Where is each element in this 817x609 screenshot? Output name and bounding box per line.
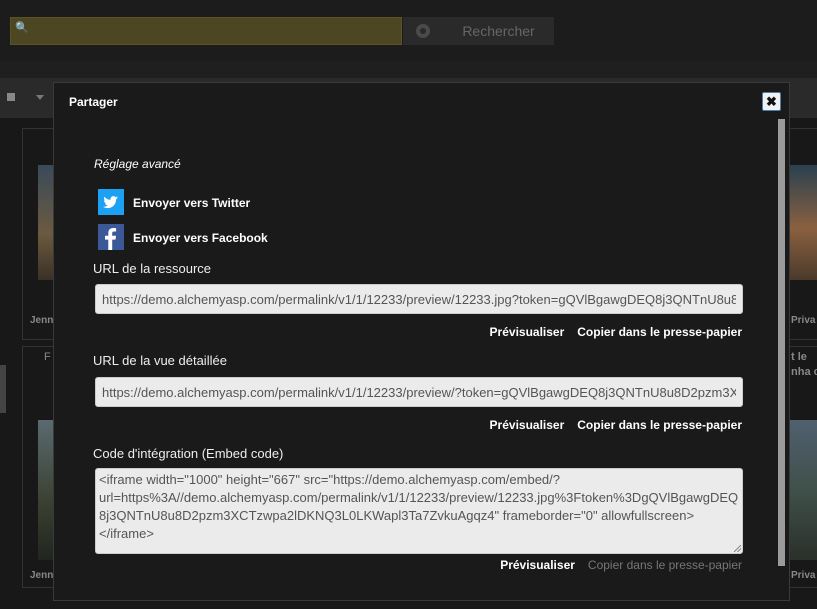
result-thumbnail[interactable]	[790, 420, 817, 560]
chevron-down-icon[interactable]	[36, 95, 44, 100]
dialog-title: Partager	[69, 95, 118, 109]
resource-url-field[interactable]	[95, 284, 743, 314]
side-handle[interactable]	[0, 365, 6, 413]
resize-grip-icon[interactable]	[734, 545, 741, 552]
detail-url-field[interactable]	[95, 377, 743, 407]
twitter-icon	[98, 189, 124, 215]
embed-code-field[interactable]: <iframe width="1000" height="667" src="h…	[95, 468, 743, 554]
result-thumbnail[interactable]	[790, 165, 817, 280]
card-caption: t le	[791, 351, 807, 363]
share-twitter-label: Envoyer vers Twitter	[133, 196, 251, 210]
select-all-icon[interactable]	[7, 93, 15, 101]
share-facebook-label: Envoyer vers Facebook	[133, 231, 268, 245]
card-caption: Priva	[791, 315, 816, 326]
card-caption: nha c	[791, 366, 817, 378]
embed-code-label: Code d'intégration (Embed code)	[93, 446, 284, 461]
search-button[interactable]: Rechercher	[443, 17, 554, 45]
card-caption: Priva	[791, 570, 816, 581]
detail-preview-link[interactable]: Prévisualiser	[490, 418, 565, 432]
card-caption: Jenn	[30, 315, 54, 326]
resource-url-label: URL de la ressource	[93, 261, 212, 276]
resource-copy-link[interactable]: Copier dans le presse-papier	[577, 325, 742, 339]
search-icon: 🔍	[15, 22, 29, 34]
detail-url-actions: Prévisualiser Copier dans le presse-papie…	[490, 418, 742, 432]
share-dialog: Partager ✖ Réglage avancé Envoyer vers T…	[53, 82, 790, 601]
embed-preview-link[interactable]: Prévisualiser	[500, 558, 575, 572]
embed-copy-link[interactable]: Copier dans le presse-papier	[588, 558, 742, 572]
embed-code-actions: Prévisualiser Copier dans le presse-papie…	[500, 558, 742, 572]
gear-icon	[416, 24, 430, 38]
detail-url-label: URL de la vue détaillée	[93, 353, 227, 368]
facebook-icon	[98, 224, 124, 250]
resource-url-actions: Prévisualiser Copier dans le presse-papie…	[490, 325, 742, 339]
resource-preview-link[interactable]: Prévisualiser	[490, 325, 565, 339]
advanced-search-button[interactable]	[403, 17, 443, 45]
scrollbar-thumb[interactable]	[778, 119, 785, 566]
card-caption: Jenn	[30, 570, 54, 581]
result-thumbnail[interactable]	[38, 420, 53, 560]
card-caption: F	[44, 351, 51, 363]
advanced-settings-label: Réglage avancé	[94, 157, 181, 171]
close-button[interactable]: ✖	[762, 92, 781, 111]
search-input[interactable]	[10, 17, 402, 45]
result-thumbnail[interactable]	[38, 165, 53, 280]
detail-copy-link[interactable]: Copier dans le presse-papier	[577, 418, 742, 432]
